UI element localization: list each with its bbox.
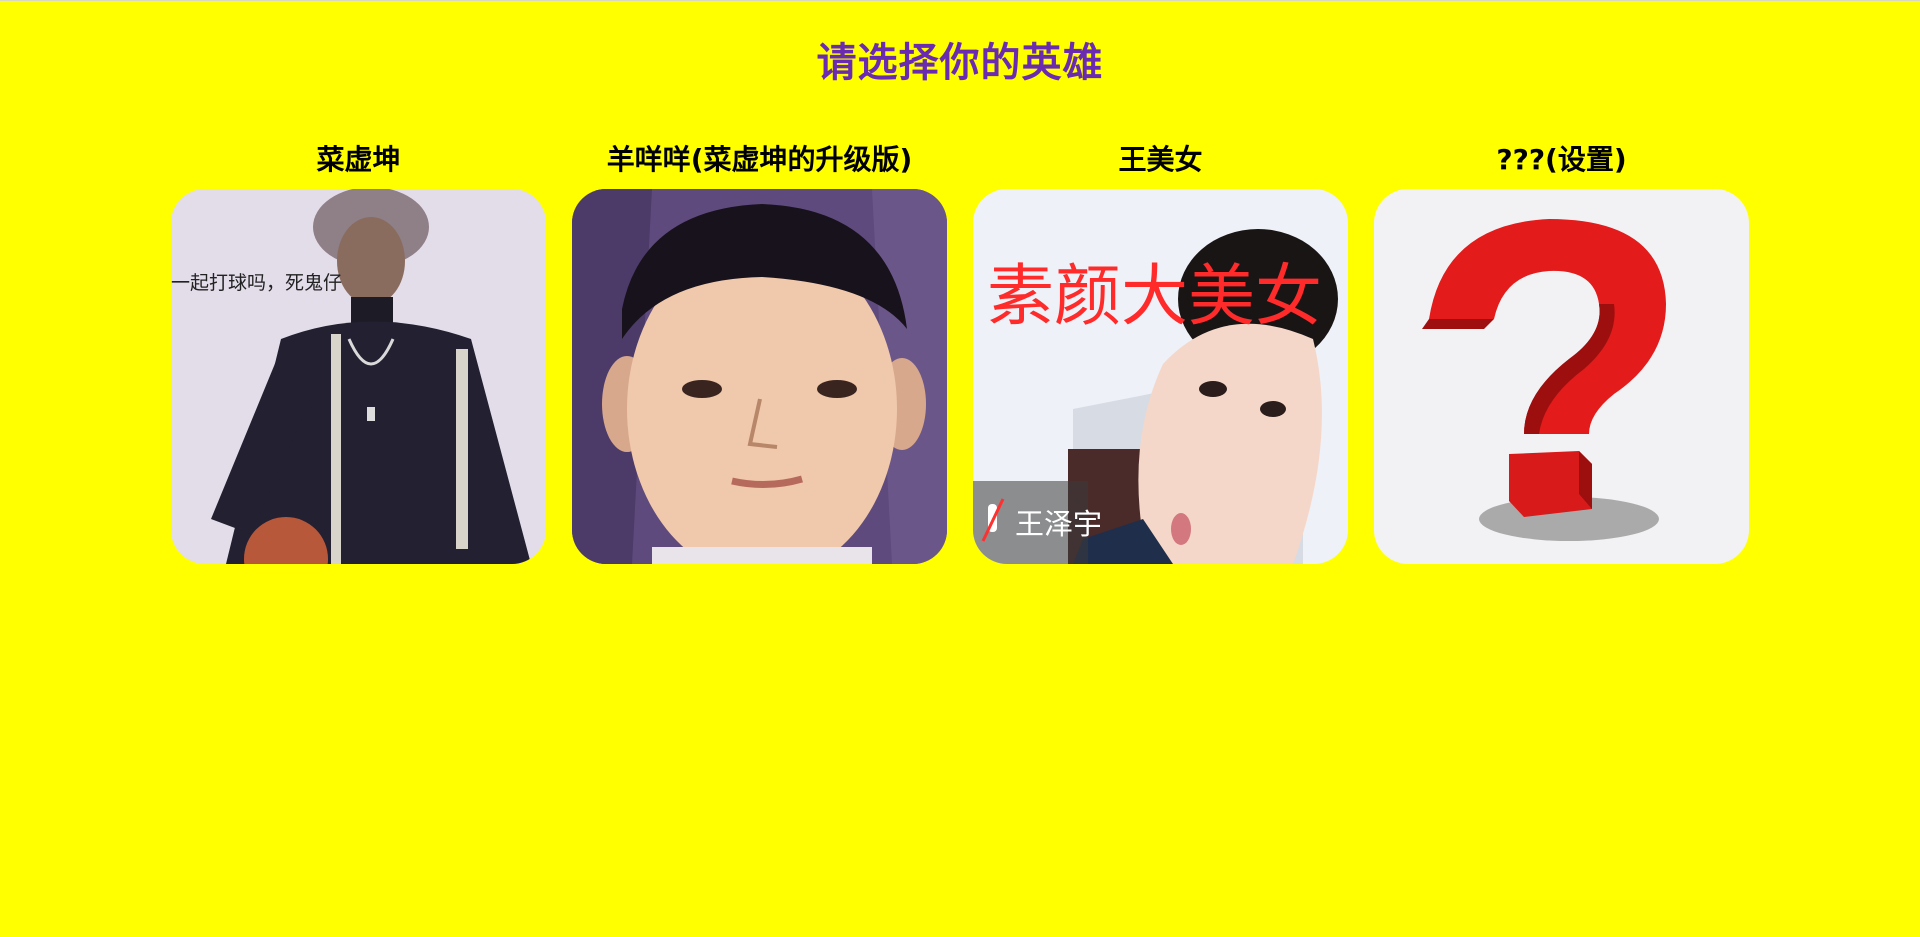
hero-portrait[interactable]: 一起打球吗，死鬼仔 xyxy=(171,189,546,564)
hero-card-settings[interactable]: ???(设置) xyxy=(1374,140,1749,564)
portrait-photo xyxy=(572,189,947,564)
portrait-photo: 一起打球吗，死鬼仔 xyxy=(171,189,546,564)
portrait-caption: 素颜大美女 xyxy=(987,257,1322,335)
page-title: 请选择你的英雄 xyxy=(816,40,1104,86)
hero-portrait[interactable] xyxy=(1374,189,1749,564)
portrait-photo: 王泽宇 素颜大美女 xyxy=(973,189,1348,564)
hero-card-wangmeinu[interactable]: 王美女 王泽宇 素颜大美女 xyxy=(973,140,1348,564)
hero-name: 羊咩咩(菜虚坤的升级版) xyxy=(606,143,913,176)
hero-name: 菜虚坤 xyxy=(316,143,401,176)
question-mark-icon xyxy=(1374,189,1749,564)
hero-grid: 菜虚坤 一起打球吗，死鬼仔 羊咩咩(菜虚坤的升级版) 王美女 王泽宇 素颜大美女… xyxy=(171,140,1749,570)
hero-card-yangmiemie[interactable]: 羊咩咩(菜虚坤的升级版) xyxy=(572,140,947,564)
portrait-tag: 王泽宇 xyxy=(1015,507,1102,541)
hero-name: 王美女 xyxy=(1118,143,1203,176)
hero-name: ???(设置) xyxy=(1496,143,1627,176)
hero-portrait[interactable] xyxy=(572,189,947,564)
portrait-caption: 一起打球吗，死鬼仔 xyxy=(171,272,342,294)
hero-portrait[interactable]: 王泽宇 素颜大美女 xyxy=(973,189,1348,564)
top-border xyxy=(0,0,1920,1)
hero-card-caixukun[interactable]: 菜虚坤 一起打球吗，死鬼仔 xyxy=(171,140,546,564)
